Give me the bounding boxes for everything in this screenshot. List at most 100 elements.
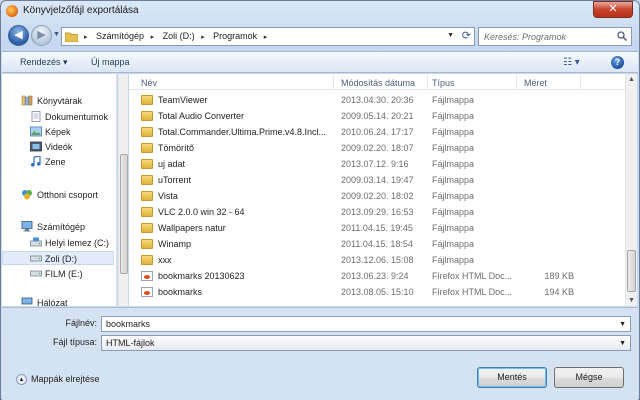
file-type: Fájlmappa (432, 111, 475, 121)
export-bookmarks-dialog: Könyvjelzőfájl exportálása ✕ ◀ ▶ ▼ ▸ Szá… (0, 0, 640, 400)
file-row[interactable]: Total.Commander.Ultima.Prime.v4.8.Incl..… (129, 124, 625, 140)
file-date: 2013.09.29. 16:53 (341, 207, 414, 217)
file-row[interactable]: VLC 2.0.0 win 32 - 64 2013.09.29. 16:53 Fá… (129, 204, 625, 220)
file-row[interactable]: Total Audio Converter 2009.05.14. 20:21 Fá… (129, 108, 625, 124)
file-date: 2010.06.24. 17:17 (341, 127, 414, 137)
nav-item-videos[interactable]: Videók (2, 140, 114, 154)
forward-button[interactable]: ▶ (31, 25, 52, 46)
file-type: Fájlmappa (432, 255, 475, 265)
file-name: uj adat (158, 159, 186, 169)
back-button[interactable]: ◀ (8, 25, 29, 46)
breadcrumb: ▸ Számítógép ▸ Zoli (D:) ▸ Programok ▸ (84, 31, 268, 41)
file-row[interactable]: uj adat 2013.07.12. 9:16 Fájlmappa (129, 156, 625, 172)
file-type: Fájlmappa (432, 127, 475, 137)
breadcrumb-folder[interactable]: Programok (213, 31, 257, 41)
file-type: Fájlmappa (432, 95, 475, 105)
filename-history-icon[interactable]: ▼ (619, 321, 626, 328)
file-type: Fájlmappa (432, 191, 475, 201)
folder-icon (141, 143, 153, 153)
file-row[interactable]: bookmarks 20130623 2013.06.23. 9:24 Firefo… (129, 268, 625, 284)
file-row[interactable]: xxx 2013.12.06. 15:08 Fájlmappa (129, 252, 625, 268)
file-row[interactable]: uTorrent 2009.03.14. 19:47 Fájlmappa (129, 172, 625, 188)
file-name: TeamViewer (158, 95, 208, 105)
file-type: Fájlmappa (432, 207, 475, 217)
column-size[interactable]: Méret (524, 78, 547, 88)
new-folder-button[interactable]: Új mappa (91, 57, 130, 67)
save-button[interactable]: Mentés (477, 367, 547, 388)
folder-icon (141, 255, 153, 265)
folder-icon (141, 191, 153, 201)
nav-item-music[interactable]: Zene (2, 155, 114, 169)
column-name[interactable]: Név (141, 78, 157, 88)
navigation-pane: Könyvtárak Dokumentumok Képek Videók Zen… (2, 74, 117, 306)
file-row[interactable]: Vista 2009.02.20. 18:02 Fájlmappa (129, 188, 625, 204)
file-type: Firefox HTML Doc... (432, 287, 513, 297)
file-name: Winamp (158, 239, 192, 249)
refresh-icon[interactable]: ⟳ (462, 29, 471, 42)
nav-item-libraries[interactable]: Könyvtárak (2, 94, 114, 108)
search-input[interactable]: Keresés: Programok (478, 27, 632, 46)
nav-item-documents[interactable]: Dokumentumok (2, 110, 114, 124)
nav-item-drive-e[interactable]: FILM (E:) (2, 267, 114, 281)
filename-field[interactable]: bookmarks ▼ (101, 316, 631, 332)
nav-item-pictures[interactable]: Képek (2, 125, 114, 139)
file-name: Vista (158, 191, 178, 201)
file-date: 2011.04.15. 18:54 (341, 239, 413, 249)
cancel-button[interactable]: Mégse (554, 367, 624, 388)
recent-locations-icon[interactable]: ▼ (53, 31, 60, 38)
chevron-down-icon: ▼ (619, 340, 626, 347)
file-date: 2013.07.12. 9:16 (341, 159, 409, 169)
folder-icon (141, 111, 153, 121)
file-row[interactable]: TeamViewer 2013.04.30. 20:36 Fájlmappa (129, 92, 625, 108)
folder-icon (141, 127, 153, 137)
filetype-select[interactable]: HTML-fájlok ▼ (101, 335, 631, 351)
nav-item-computer[interactable]: Számítógép (2, 220, 114, 234)
navigation-scrollbar[interactable] (118, 74, 128, 306)
scroll-down-icon[interactable]: ▼ (628, 297, 635, 304)
nav-item-network[interactable]: Hálózat (2, 296, 114, 306)
file-type: Fájlmappa (432, 239, 475, 249)
organize-button[interactable]: Rendezés ▾ (20, 57, 68, 68)
filetype-label: Fájl típusa: (52, 337, 97, 347)
address-dropdown-icon[interactable]: ▼ (447, 32, 454, 39)
libraries-icon (21, 95, 33, 106)
navigation-scroll-thumb[interactable] (120, 154, 128, 274)
file-row[interactable]: Wallpapers natur 2011.04.15. 19:45 Fájlmap… (129, 220, 625, 236)
file-list-scrollbar[interactable]: ▲ ▼ (625, 74, 637, 306)
file-name: xxx (158, 255, 172, 265)
file-list-scroll-thumb[interactable] (627, 250, 636, 292)
nav-item-drive-c[interactable]: Helyi lemez (C:) (2, 236, 114, 250)
homegroup-icon (22, 190, 32, 200)
address-bar[interactable]: ▸ Számítógép ▸ Zoli (D:) ▸ Programok ▸ ▼… (61, 27, 475, 46)
nav-item-drive-d[interactable]: Zoli (D:) (2, 251, 114, 265)
hide-folders-toggle[interactable]: ▲ Mappák elrejtése (16, 374, 100, 386)
folder-icon (141, 207, 153, 217)
folder-icon (141, 95, 153, 105)
change-view-button[interactable]: ☷ ▾ (563, 57, 580, 68)
file-row[interactable]: Tömörítő 2009.02.20. 18:07 Fájlmappa (129, 140, 625, 156)
file-date: 2009.02.20. 18:02 (341, 191, 414, 201)
videos-icon (30, 141, 42, 152)
file-name: VLC 2.0.0 win 32 - 64 (158, 207, 245, 217)
search-icon (617, 31, 627, 41)
breadcrumb-computer[interactable]: Számítógép (96, 31, 144, 41)
html-file-icon (141, 287, 153, 297)
column-date[interactable]: Módosítás dátuma (341, 78, 415, 88)
nav-item-homegroup[interactable]: Otthoni csoport (2, 188, 114, 202)
file-date: 2009.02.20. 18:07 (341, 143, 414, 153)
file-date: 2009.05.14. 20:21 (341, 111, 414, 121)
help-button[interactable]: ? (611, 56, 624, 69)
close-button[interactable]: ✕ (593, 1, 633, 18)
file-name: Total.Commander.Ultima.Prime.v4.8.Incl..… (158, 127, 327, 137)
title-bar: Könyvjelzőfájl exportálása ✕ (1, 1, 639, 21)
file-name: Total Audio Converter (158, 111, 245, 121)
file-row[interactable]: Winamp 2011.04.15. 18:54 Fájlmappa (129, 236, 625, 252)
drive-icon (30, 270, 42, 277)
scroll-up-icon[interactable]: ▲ (628, 76, 635, 83)
file-row[interactable]: bookmarks 2013.08.05. 15:10 Firefox HTML D… (129, 284, 625, 300)
firefox-icon (6, 5, 18, 17)
breadcrumb-drive[interactable]: Zoli (D:) (163, 31, 195, 41)
save-form: Fájlnév: bookmarks ▼ Fájl típusa: HTML-f… (2, 307, 638, 400)
file-name: uTorrent (158, 175, 192, 185)
column-type[interactable]: Típus (432, 78, 455, 88)
